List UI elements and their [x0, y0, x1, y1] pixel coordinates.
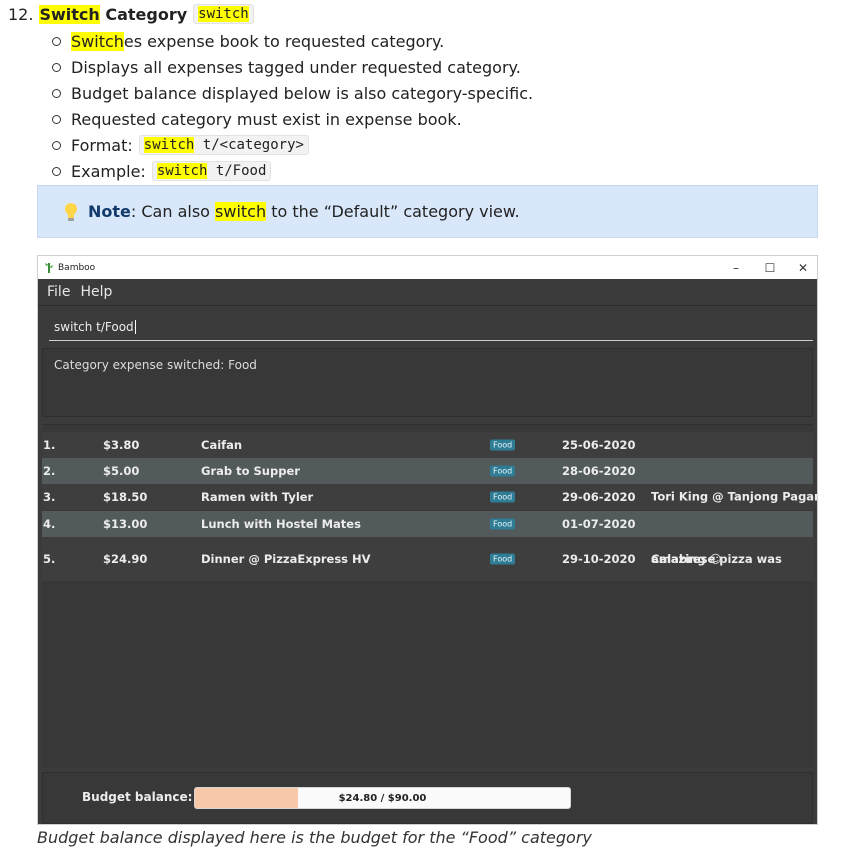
example-code: switch t/Food: [151, 161, 272, 181]
budget-panel: Budget balance: $24.80 / $90.00: [42, 772, 813, 824]
command-input-text: switch t/Food: [54, 319, 134, 334]
expense-amount: $3.80: [103, 438, 140, 452]
example-label: Example:: [71, 161, 146, 181]
expense-index: 2.: [43, 464, 56, 478]
list-item: Switch es expense book to requested categ…: [52, 28, 533, 54]
note-text-pre: : Can also: [130, 202, 216, 221]
expense-amount: $13.00: [103, 517, 148, 531]
expense-list[interactable]: 1. $3.80 Caifan Food 25-06-2020 2. $5.00…: [42, 424, 820, 768]
bullet2-text: Displays all expenses tagged under reque…: [71, 57, 521, 77]
format-label: Format:: [71, 135, 133, 155]
remark-line: amazing ☺: [651, 551, 722, 566]
window-title: Bamboo: [58, 262, 96, 273]
table-row[interactable]: 2. $5.00 Grab to Supper Food 28-06-2020: [42, 458, 813, 484]
bullet1-text: es expense book to requested category.: [123, 31, 445, 51]
section-heading: 12. Switch Category switch: [8, 2, 254, 26]
close-button[interactable]: ✕: [786, 256, 820, 279]
description-list: Switch es expense book to requested categ…: [52, 28, 533, 184]
expense-date: 25-06-2020: [562, 438, 636, 452]
note-callout: Note: Can also switch to the “Default” c…: [37, 185, 818, 238]
category-tag: Food: [490, 439, 516, 451]
minimize-button[interactable]: –: [719, 256, 753, 279]
table-row[interactable]: 5. $24.90 Dinner @ PizzaExpress HV Food …: [42, 537, 813, 581]
title-bar: Bamboo – ☐ ✕: [38, 256, 817, 279]
expense-amount: $5.00: [103, 464, 140, 478]
example-argument: t/Food: [207, 163, 267, 179]
menu-file[interactable]: File: [47, 284, 70, 300]
category-tag: Food: [490, 491, 516, 503]
menu-bar: File Help: [38, 279, 817, 306]
bamboo-app-icon: [45, 263, 53, 273]
example-command: switch: [156, 163, 208, 179]
expense-index: 5.: [43, 552, 56, 566]
note-text-post: to the “Default” category view.: [266, 202, 520, 221]
category-tag: Food: [490, 553, 516, 565]
result-display: Category expense switched: Food: [42, 348, 813, 417]
list-item: Requested category must exist in expense…: [52, 106, 533, 132]
title-command-keyword: switch: [198, 6, 249, 22]
bullet3-text: Budget balance displayed below is also c…: [71, 83, 534, 103]
expense-remark: Tori King @ Tanjong Pagar: [651, 489, 820, 504]
format-code: switch t/<category>: [138, 135, 309, 155]
expense-amount: $24.90: [103, 552, 148, 566]
format-command: switch: [143, 137, 195, 153]
budget-label: Budget balance:: [82, 790, 193, 804]
budget-progress-bar: $24.80 / $90.00: [194, 787, 571, 809]
table-row[interactable]: 4. $13.00 Lunch with Hostel Mates Food 0…: [42, 511, 813, 537]
bullet4-text: Requested category must exist in expense…: [71, 109, 462, 129]
list-item: Displays all expenses tagged under reque…: [52, 54, 533, 80]
expense-name: Dinner @ PizzaExpress HV: [201, 552, 371, 566]
expense-date: 01-07-2020: [562, 517, 636, 531]
expense-index: 1.: [43, 438, 56, 452]
expense-name: Lunch with Hostel Mates: [201, 517, 361, 531]
section-title: Switch Category: [39, 4, 188, 24]
figure-caption: Budget balance displayed here is the bud…: [37, 828, 592, 847]
expense-index: 3.: [43, 490, 56, 504]
title-highlight: Switch: [39, 4, 100, 24]
app-window: Bamboo – ☐ ✕ File Help switch t/Food Cat…: [37, 255, 820, 825]
list-item: Example: switch t/Food: [52, 158, 533, 184]
table-row[interactable]: 3. $18.50 Ramen with Tyler Food 29-06-20…: [42, 484, 820, 510]
expense-name: Caifan: [201, 438, 243, 452]
note-highlight: switch: [215, 202, 267, 221]
expense-name: Ramen with Tyler: [201, 490, 314, 504]
lightbulb-icon: [65, 202, 77, 221]
title-command-code: switch: [193, 4, 254, 24]
category-tag: Food: [490, 465, 516, 477]
expense-amount: $18.50: [103, 490, 148, 504]
command-input[interactable]: switch t/Food: [49, 313, 813, 341]
menu-help[interactable]: Help: [80, 284, 112, 300]
table-row[interactable]: 1. $3.80 Caifan Food 25-06-2020: [42, 432, 813, 458]
title-rest: Category: [99, 4, 188, 24]
format-argument: t/<category>: [194, 137, 304, 153]
expense-index: 4.: [43, 517, 56, 531]
note-label: Note: [88, 202, 131, 221]
expense-date: 29-06-2020: [562, 490, 636, 504]
budget-progress-text: $24.80 / $90.00: [338, 792, 427, 804]
expense-name: Grab to Supper: [201, 464, 300, 478]
expense-date: 28-06-2020: [562, 464, 636, 478]
section-number: 12.: [8, 4, 34, 24]
list-item: Format: switch t/<category>: [52, 132, 533, 158]
result-text: Category expense switched: Food: [54, 358, 257, 372]
expense-date: 29-10-2020: [562, 552, 636, 566]
list-item: Budget balance displayed below is also c…: [52, 80, 533, 106]
maximize-button[interactable]: ☐: [753, 256, 787, 279]
bullet1-highlight: Switch: [71, 31, 124, 51]
text-caret: [134, 319, 136, 334]
category-tag: Food: [490, 518, 516, 530]
